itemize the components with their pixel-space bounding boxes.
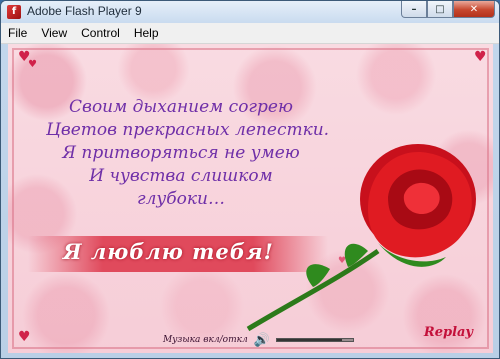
menu-bar: File View Control Help (1, 23, 499, 44)
maximize-button[interactable]: □ (427, 1, 453, 18)
minimize-icon: – (411, 3, 417, 15)
heart-icon: ♥ (18, 329, 31, 345)
volume-slider[interactable] (275, 338, 354, 342)
poem-line: Своим дыханием согрею (69, 97, 293, 117)
menu-control[interactable]: Control (74, 23, 127, 43)
flash-app-icon[interactable]: f (7, 5, 21, 19)
flash-player-window: f Adobe Flash Player 9 – □ ✕ File View C… (0, 0, 500, 359)
window-title: Adobe Flash Player 9 (27, 4, 142, 18)
volume-slider-fill (276, 339, 342, 341)
heart-icon: ♥ (28, 59, 37, 70)
replay-button[interactable]: Replay (424, 325, 473, 340)
menu-help[interactable]: Help (127, 23, 166, 43)
minimize-button[interactable]: – (401, 1, 427, 18)
music-toggle[interactable]: Музыка вкл/откл (163, 335, 248, 345)
menu-view[interactable]: View (34, 23, 74, 43)
rose-image (246, 144, 476, 332)
music-controls: Музыка вкл/откл 🔊 (163, 331, 354, 349)
window-controls: – □ ✕ (401, 1, 495, 19)
title-bar[interactable]: f Adobe Flash Player 9 – □ ✕ (1, 1, 499, 23)
speaker-icon[interactable]: 🔊 (254, 333, 270, 348)
heart-icon: ♥ (474, 49, 487, 65)
menu-file[interactable]: File (1, 23, 34, 43)
close-button[interactable]: ✕ (453, 1, 495, 18)
flash-content-area[interactable]: ♥ ♥ ♥ ♥ ♥ Своим дыханием согрею Цветов п… (8, 44, 493, 353)
close-icon: ✕ (469, 3, 479, 15)
maximize-icon: □ (435, 3, 445, 15)
